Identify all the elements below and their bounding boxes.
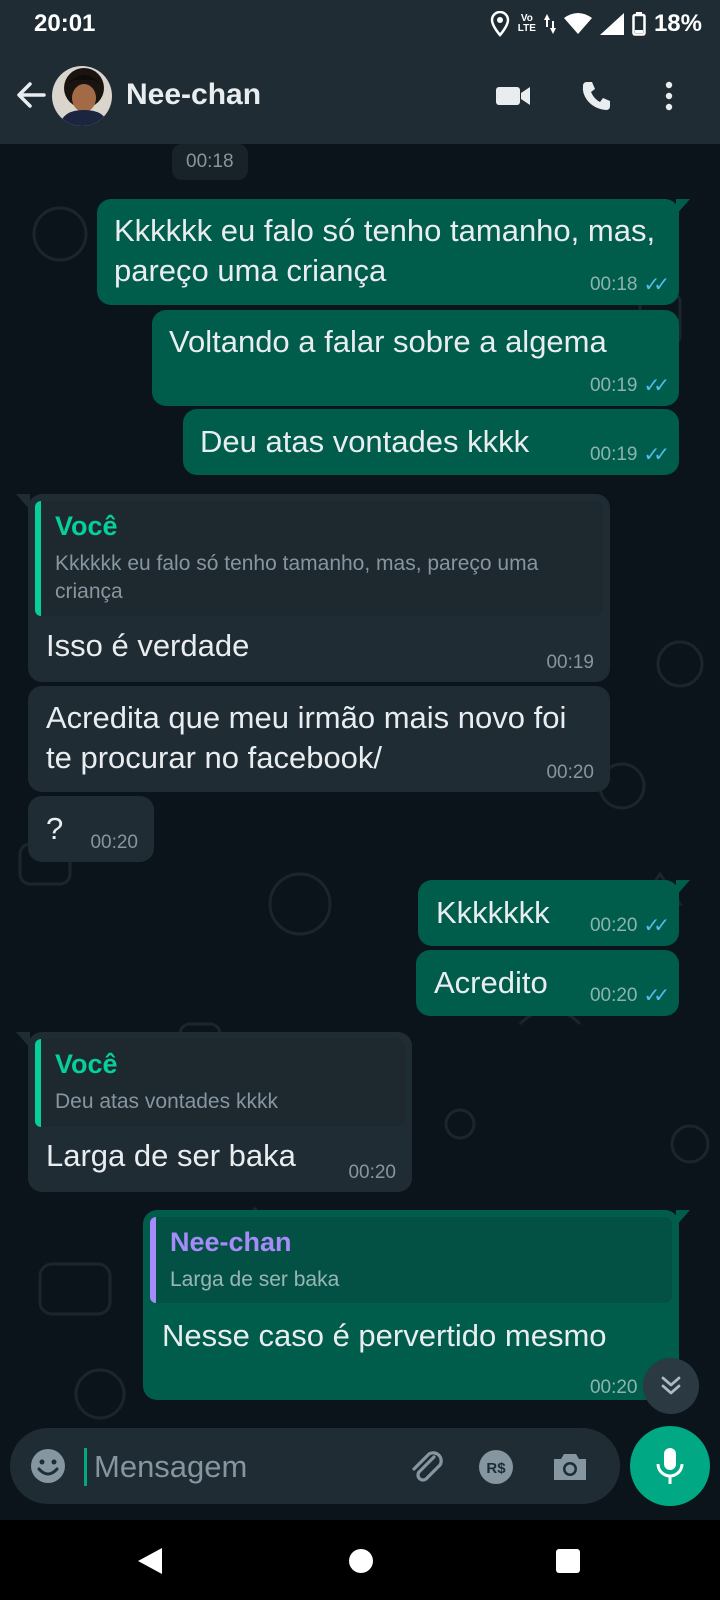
message-text: Acredita que meu irmão mais novo foi te … [46, 700, 567, 775]
message-time: 00:20 [589, 984, 638, 1006]
battery-icon [632, 12, 646, 36]
quoted-message[interactable]: Você Deu atas vontades kkkk [35, 1039, 405, 1127]
message-meta: 00:20 [546, 762, 594, 784]
quoted-text: Kkkkkk eu falo só tenho tamanho, mas, pa… [55, 552, 539, 603]
more-options-icon[interactable] [650, 78, 688, 114]
message-time: 00:19 [546, 652, 594, 673]
voice-message-button[interactable] [630, 1426, 710, 1506]
message-outgoing-reply[interactable]: Nee-chan Larga de ser baka Nesse caso é … [143, 1210, 679, 1400]
text-cursor [84, 1448, 87, 1486]
message-text: Kkkkkk eu falo só tenho tamanho, mas, pa… [114, 213, 656, 288]
message-meta: 00:18 ✓✓ [589, 272, 670, 297]
date-chip: 00:18 [172, 144, 248, 180]
message-time: 00:19 [589, 374, 638, 396]
message-time: 00:20 [546, 762, 594, 783]
volte-bottom: LTE [517, 23, 536, 34]
status-icons: Vo LTE 18% [490, 10, 702, 38]
bubble-tail [16, 494, 30, 510]
message-outgoing[interactable]: Kkkkkkk 00:20 ✓✓ [418, 880, 679, 946]
message-outgoing[interactable]: Voltando a falar sobre a algema 00:19 ✓✓ [152, 310, 679, 406]
message-time: 00:20 [589, 914, 638, 936]
svg-text:R$: R$ [486, 1460, 506, 1477]
bubble-tail [676, 199, 690, 215]
attach-icon[interactable] [406, 1447, 446, 1487]
scroll-to-bottom-button[interactable] [643, 1358, 699, 1414]
contact-name[interactable]: Nee-chan [126, 78, 261, 112]
battery-percent: 18% [653, 10, 702, 37]
message-time: 00:19 [589, 443, 638, 465]
quoted-author: Você [55, 1049, 118, 1079]
status-time: 20:01 [34, 10, 96, 37]
message-text: Voltando a falar sobre a algema [169, 324, 607, 359]
message-meta: 00:19 [546, 652, 594, 674]
signal-icon [599, 13, 624, 35]
read-ticks-icon: ✓✓ [643, 985, 669, 1007]
message-time: 00:20 [589, 1376, 638, 1398]
message-incoming[interactable]: Acredita que meu irmão mais novo foi te … [28, 686, 610, 792]
nav-recents-icon[interactable] [555, 1548, 581, 1574]
message-list[interactable]: 00:18 Kkkkkk eu falo só tenho tamanho, m… [0, 144, 720, 1424]
quoted-author: Nee-chan [170, 1227, 292, 1257]
payment-icon[interactable]: R$ [476, 1447, 516, 1487]
message-incoming-reply[interactable]: Você Deu atas vontades kkkk Larga de ser… [28, 1032, 412, 1192]
bubble-tail [16, 1032, 30, 1048]
message-time: 00:20 [90, 832, 138, 853]
voice-call-icon[interactable] [578, 78, 616, 114]
message-outgoing[interactable]: Deu atas vontades kkkk 00:19 ✓✓ [183, 409, 679, 475]
volte-icon: Vo LTE [518, 14, 536, 34]
wifi-icon [563, 13, 592, 34]
double-chevron-down-icon [661, 1376, 681, 1395]
bubble-tail [676, 1210, 690, 1226]
read-ticks-icon: ✓✓ [643, 274, 669, 296]
message-input[interactable] [92, 1442, 386, 1492]
message-meta: 00:20 [90, 832, 138, 854]
data-arrows-icon [543, 14, 556, 34]
message-outgoing[interactable]: Kkkkkk eu falo só tenho tamanho, mas, pa… [97, 199, 679, 305]
contact-avatar[interactable] [52, 66, 112, 126]
message-incoming[interactable]: ? 00:20 [28, 796, 154, 862]
message-text: Nesse caso é pervertido mesmo [162, 1318, 607, 1353]
chat-header: Nee-chan [0, 48, 720, 144]
status-bar: 20:01 Vo LTE 18% [0, 0, 720, 48]
quoted-author: Você [55, 511, 118, 541]
microphone-icon [656, 1448, 684, 1484]
video-call-icon[interactable] [494, 78, 532, 114]
message-meta: 00:19 ✓✓ [589, 442, 670, 467]
message-time: 00:18 [589, 273, 638, 295]
message-text: Larga de ser baka [46, 1138, 296, 1173]
location-icon [490, 11, 510, 37]
avatar-picture-icon [52, 66, 112, 126]
bubble-tail [676, 880, 690, 896]
nav-back-icon[interactable] [136, 1546, 164, 1576]
quoted-text: Larga de ser baka [170, 1268, 340, 1291]
message-meta: 00:20✓✓ [589, 913, 670, 938]
message-meta: 00:20 [348, 1162, 396, 1184]
message-incoming-reply[interactable]: Você Kkkkkk eu falo só tenho tamanho, ma… [28, 494, 610, 682]
read-ticks-icon: ✓✓ [643, 375, 669, 397]
read-ticks-icon: ✓✓ [643, 915, 669, 937]
nav-home-icon[interactable] [348, 1548, 374, 1574]
system-nav-bar [0, 1520, 720, 1600]
message-text: Isso é verdade [46, 628, 250, 663]
message-outgoing[interactable]: Acredito 00:20 ✓✓ [416, 950, 679, 1016]
camera-icon[interactable] [550, 1447, 590, 1487]
quoted-message[interactable]: Você Kkkkkk eu falo só tenho tamanho, ma… [35, 501, 603, 616]
message-meta: 00:19 ✓✓ [589, 373, 670, 398]
message-composer: R$ [10, 1428, 620, 1504]
message-meta: 00:20✓✓ [589, 983, 670, 1008]
quoted-message[interactable]: Nee-chan Larga de ser baka [150, 1217, 672, 1303]
read-ticks-icon: ✓✓ [643, 444, 669, 466]
back-arrow-icon[interactable] [14, 78, 48, 112]
emoji-icon[interactable] [28, 1446, 68, 1486]
quoted-text: Deu atas vontades kkkk [55, 1090, 278, 1113]
message-time: 00:20 [348, 1162, 396, 1183]
